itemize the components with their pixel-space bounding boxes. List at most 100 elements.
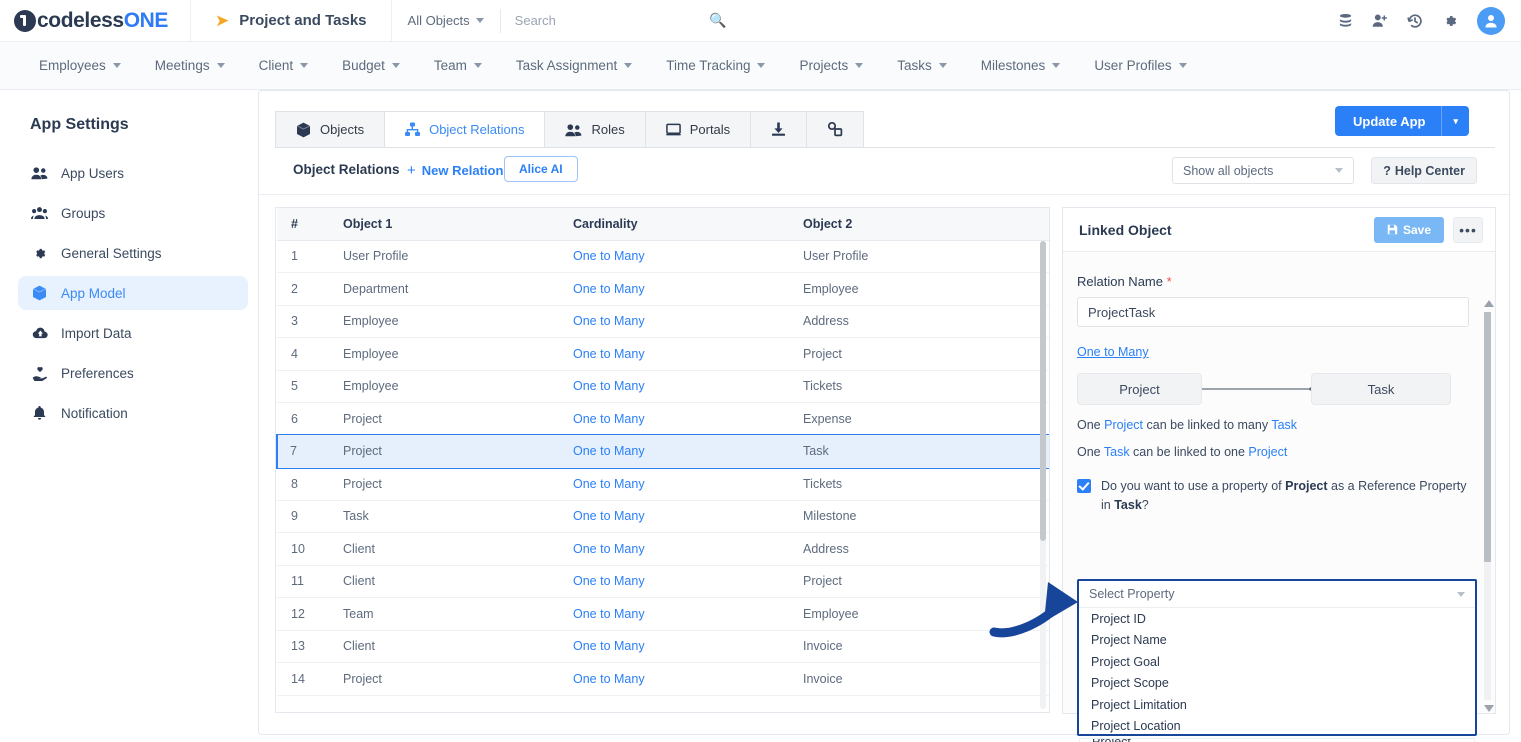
select-option-project-id[interactable]: Project ID: [1079, 608, 1475, 630]
sidebar-item-app-users[interactable]: App Users: [18, 156, 248, 190]
tab-objects[interactable]: Objects: [275, 111, 385, 148]
alice-ai-button[interactable]: Alice AI: [504, 156, 578, 182]
menu-item-client[interactable]: Client: [242, 58, 326, 73]
panel-scrollbar-thumb[interactable]: [1484, 312, 1491, 562]
select-property-dropdown[interactable]: Select Property Project ID Project Name Pr…: [1077, 579, 1477, 736]
row-cardinality[interactable]: One to Many: [559, 240, 789, 273]
diagram-left-object[interactable]: Project: [1077, 373, 1202, 405]
row-cardinality[interactable]: One to Many: [559, 337, 789, 371]
table-row[interactable]: 7 Project One to Many Task: [276, 434, 1049, 469]
select-option-project-name[interactable]: Project Name: [1079, 630, 1475, 652]
tab-roles[interactable]: Roles: [544, 111, 645, 148]
tab-object-relations[interactable]: Object Relations: [384, 111, 545, 148]
table-row[interactable]: 5 Employee One to Many Tickets: [277, 370, 1049, 403]
relation-name-input[interactable]: [1077, 297, 1469, 327]
col-header-object2[interactable]: Object 2: [789, 208, 1049, 241]
table-row[interactable]: 12 Team One to Many Employee: [277, 597, 1049, 631]
object-scope-select[interactable]: All Objects: [392, 8, 500, 34]
col-header-index[interactable]: #: [277, 208, 329, 241]
section-title: Object Relations: [293, 162, 400, 177]
row-cardinality[interactable]: One to Many: [559, 597, 789, 631]
table-row[interactable]: 3 Employee One to Many Address: [277, 305, 1049, 338]
select-option-project-location[interactable]: Project Location: [1079, 716, 1475, 735]
history-icon[interactable]: [1407, 13, 1423, 29]
help-center-button[interactable]: ? Help Center: [1371, 157, 1477, 184]
sidebar-item-preferences[interactable]: Preferences: [18, 356, 248, 390]
tab-download[interactable]: [750, 111, 807, 148]
update-app-button[interactable]: Update App ▾: [1335, 106, 1469, 136]
select-property-trigger[interactable]: Select Property: [1079, 581, 1475, 608]
col-header-cardinality[interactable]: Cardinality: [559, 208, 789, 241]
reference-property-checkbox[interactable]: [1077, 479, 1091, 493]
scroll-down-arrow-icon[interactable]: [1484, 705, 1494, 712]
gear-icon[interactable]: [1442, 13, 1458, 29]
table-row[interactable]: 10 Client One to Many Address: [277, 532, 1049, 566]
row-index: 14: [277, 662, 329, 696]
menu-item-milestones[interactable]: Milestones: [964, 58, 1078, 73]
row-cardinality[interactable]: One to Many: [559, 272, 789, 306]
show-all-objects-select[interactable]: Show all objects: [1172, 157, 1354, 184]
row-cardinality[interactable]: One to Many: [559, 467, 789, 501]
menu-item-task-assignment[interactable]: Task Assignment: [499, 58, 649, 73]
save-button[interactable]: Save: [1373, 216, 1444, 243]
select-option-project-scope[interactable]: Project Scope: [1079, 673, 1475, 695]
menu-item-team[interactable]: Team: [417, 58, 499, 73]
more-options-button[interactable]: •••: [1453, 216, 1483, 243]
cardinality-link[interactable]: One to Many: [1077, 345, 1149, 359]
menu-item-projects[interactable]: Projects: [782, 58, 880, 73]
new-relation-button[interactable]: + New Relation: [407, 162, 503, 179]
row-cardinality[interactable]: One to Many: [559, 662, 789, 696]
menu-item-label: User Profiles: [1094, 58, 1172, 73]
table-row[interactable]: 14 Project One to Many Invoice: [277, 662, 1049, 696]
search-icon[interactable]: 🔍: [709, 12, 726, 29]
brand-logo[interactable]: codelessONE: [0, 9, 190, 33]
sidebar-item-notification[interactable]: Notification: [18, 396, 248, 430]
tab-portals[interactable]: Portals: [644, 111, 751, 148]
table-row[interactable]: 8 Project One to Many Tickets: [277, 467, 1049, 501]
table-scrollbar[interactable]: [1040, 241, 1046, 709]
logo-text-b: ONE: [123, 8, 169, 32]
sidebar-item-import-data[interactable]: Import Data: [18, 316, 248, 350]
row-cardinality[interactable]: One to Many: [559, 532, 789, 566]
database-icon[interactable]: [1338, 13, 1353, 28]
row-cardinality[interactable]: One to Many: [559, 402, 789, 436]
sidebar-item-groups[interactable]: Groups: [18, 196, 248, 230]
chevron-down-icon[interactable]: ▾: [1442, 116, 1469, 127]
menu-item-time-tracking[interactable]: Time Tracking: [649, 58, 782, 73]
table-row[interactable]: 6 Project One to Many Expense: [277, 402, 1049, 436]
app-title-group[interactable]: ➤ Project and Tasks: [191, 0, 391, 42]
sidebar-item-general-settings[interactable]: General Settings: [18, 236, 248, 270]
diagram-right-object[interactable]: Task: [1311, 373, 1451, 405]
row-cardinality[interactable]: One to Many: [559, 305, 789, 338]
table-row[interactable]: 9 Task One to Many Milestone: [277, 500, 1049, 533]
scroll-up-arrow-icon[interactable]: [1484, 300, 1494, 307]
table-scrollbar-thumb[interactable]: [1040, 241, 1046, 541]
select-option-project-goal[interactable]: Project Goal: [1079, 651, 1475, 673]
menu-item-tasks[interactable]: Tasks: [880, 58, 964, 73]
select-option-project-limitation[interactable]: Project Limitation: [1079, 694, 1475, 716]
panel-scrollbar[interactable]: [1484, 300, 1494, 712]
tab-connections[interactable]: [806, 111, 865, 148]
table-row[interactable]: 1 User Profile One to Many User Profile: [277, 240, 1049, 273]
add-user-icon[interactable]: [1372, 13, 1388, 28]
table-row[interactable]: 4 Employee One to Many Project: [277, 337, 1049, 371]
avatar[interactable]: [1477, 6, 1505, 35]
menu-item-budget[interactable]: Budget: [325, 58, 417, 73]
menu-item-user-profiles[interactable]: User Profiles: [1077, 58, 1203, 73]
chevron-down-icon: [112, 63, 121, 68]
table-row[interactable]: 11 Client One to Many Project: [277, 565, 1049, 598]
row-cardinality[interactable]: One to Many: [559, 435, 789, 468]
menu-item-meetings[interactable]: Meetings: [138, 58, 242, 73]
row-cardinality[interactable]: One to Many: [559, 500, 789, 533]
search-input[interactable]: [514, 13, 710, 28]
top-bar: codelessONE ➤ Project and Tasks All Obje…: [0, 0, 1521, 42]
row-cardinality[interactable]: One to Many: [559, 630, 789, 663]
sidebar-item-app-model[interactable]: App Model: [18, 276, 248, 310]
menu-item-employees[interactable]: Employees: [22, 58, 138, 73]
row-cardinality[interactable]: One to Many: [559, 370, 789, 403]
sidebar-title: App Settings: [30, 116, 129, 133]
col-header-object1[interactable]: Object 1: [329, 208, 559, 241]
table-row[interactable]: 13 Client One to Many Invoice: [277, 630, 1049, 663]
table-row[interactable]: 2 Department One to Many Employee: [277, 272, 1049, 306]
row-cardinality[interactable]: One to Many: [559, 565, 789, 598]
